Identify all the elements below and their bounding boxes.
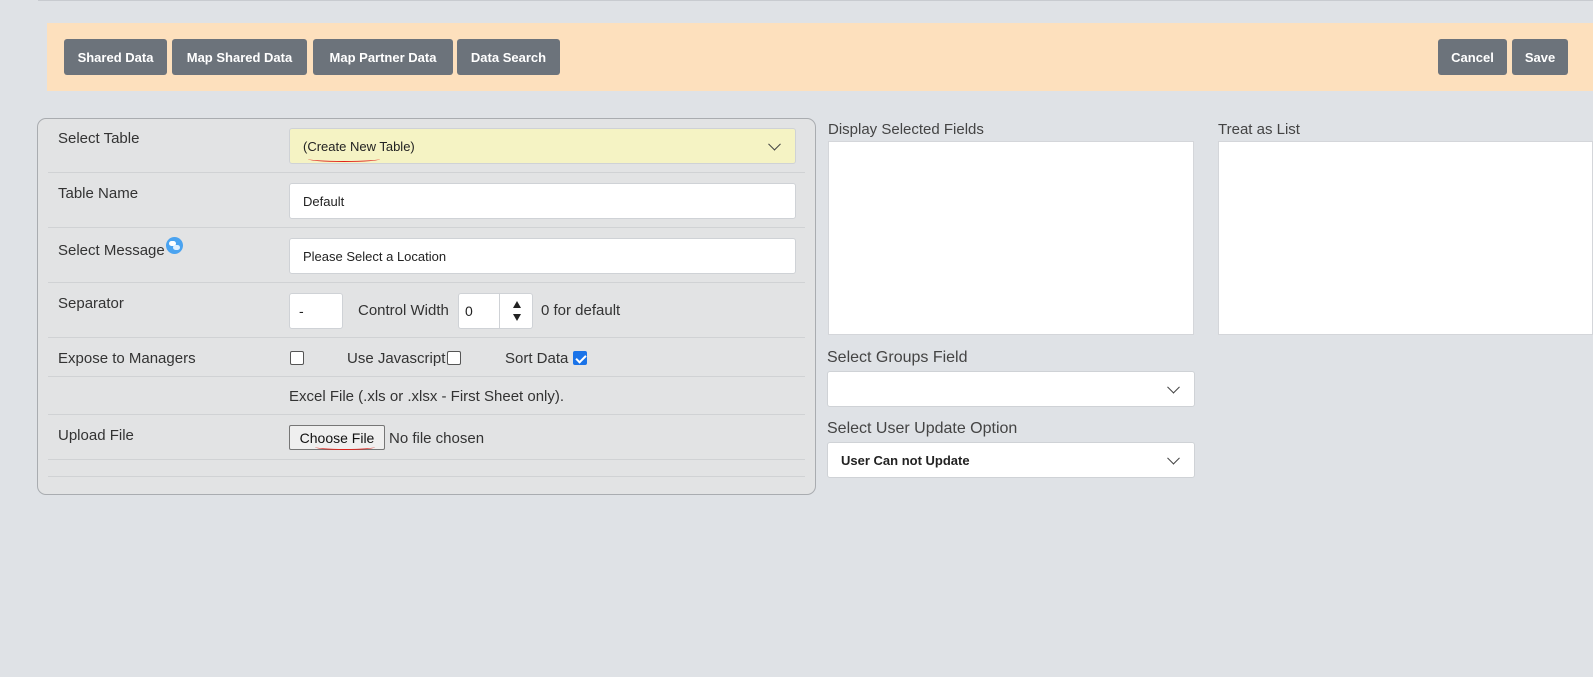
excel-file-note: Excel File (.xls or .xlsx - First Sheet … bbox=[289, 388, 565, 405]
top-divider bbox=[38, 0, 1593, 1]
no-file-chosen-text: No file chosen bbox=[389, 430, 485, 447]
control-width-label: Control Width bbox=[358, 302, 449, 319]
treat-as-list-label: Treat as List bbox=[1218, 121, 1300, 138]
chevron-down-icon bbox=[768, 137, 781, 151]
expose-managers-label: Expose to Managers bbox=[58, 350, 196, 367]
use-javascript-label: Use Javascript bbox=[347, 350, 446, 367]
arrow-up-icon[interactable] bbox=[513, 301, 521, 308]
cancel-button[interactable]: Cancel bbox=[1438, 39, 1507, 75]
table-name-input[interactable]: Default bbox=[289, 183, 796, 219]
spacer-row bbox=[48, 460, 805, 477]
select-message-label: Select Message bbox=[58, 242, 165, 259]
map-partner-data-button[interactable]: Map Partner Data bbox=[313, 39, 453, 75]
chevron-down-icon bbox=[1167, 451, 1180, 465]
chevron-down-icon bbox=[1167, 380, 1180, 394]
map-shared-data-button[interactable]: Map Shared Data bbox=[172, 39, 307, 75]
expose-managers-checkbox[interactable] bbox=[290, 351, 304, 365]
display-fields-label: Display Selected Fields bbox=[828, 121, 984, 138]
table-settings-panel: Select Table (Create New Table) Table Na… bbox=[37, 118, 816, 495]
arrow-down-icon[interactable] bbox=[513, 314, 521, 321]
separator-input[interactable]: - bbox=[289, 293, 343, 329]
control-width-hint: 0 for default bbox=[541, 302, 621, 319]
groups-field-dropdown[interactable] bbox=[827, 371, 1195, 407]
annotation-underline bbox=[315, 444, 375, 450]
use-javascript-checkbox[interactable] bbox=[447, 351, 461, 365]
select-table-value: (Create New Table) bbox=[303, 138, 415, 154]
treat-as-list-listbox[interactable] bbox=[1218, 141, 1593, 335]
upload-file-label: Upload File bbox=[58, 427, 134, 444]
sort-data-checkbox[interactable] bbox=[573, 351, 587, 365]
save-button[interactable]: Save bbox=[1512, 39, 1568, 75]
select-table-label: Select Table bbox=[58, 130, 140, 147]
display-fields-listbox[interactable] bbox=[828, 141, 1194, 335]
groups-field-label: Select Groups Field bbox=[827, 349, 968, 366]
select-message-input[interactable]: Please Select a Location bbox=[289, 238, 796, 274]
chat-help-icon[interactable] bbox=[166, 237, 183, 254]
shared-data-button[interactable]: Shared Data bbox=[64, 39, 167, 75]
table-name-label: Table Name bbox=[58, 185, 139, 202]
sort-data-label: Sort Data bbox=[505, 350, 569, 367]
action-toolbar: Shared Data Map Shared Data Map Partner … bbox=[47, 23, 1593, 91]
data-search-button[interactable]: Data Search bbox=[457, 39, 560, 75]
stepper-controls[interactable] bbox=[499, 294, 533, 328]
control-width-stepper[interactable]: 0 bbox=[458, 293, 533, 329]
separator-label: Separator bbox=[58, 295, 124, 312]
annotation-underline bbox=[308, 156, 380, 162]
user-update-dropdown[interactable]: User Can not Update bbox=[827, 442, 1195, 478]
user-update-label: Select User Update Option bbox=[827, 420, 1018, 437]
